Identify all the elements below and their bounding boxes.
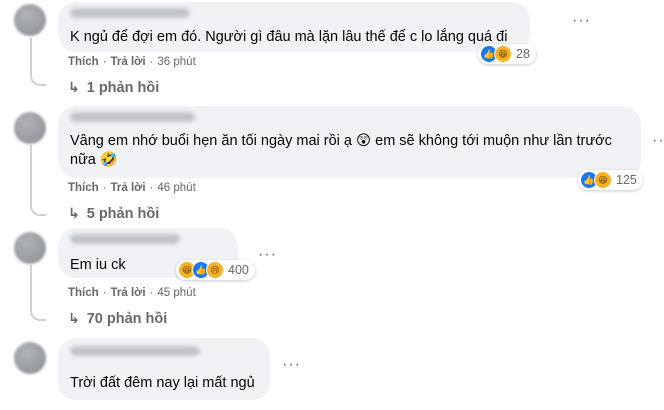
author-name-redacted[interactable]	[70, 112, 195, 122]
reply-button[interactable]: Trả lời	[111, 287, 146, 299]
reaction-summary[interactable]: 😆 👍 😢 400	[176, 260, 255, 280]
more-options-icon[interactable]: ···	[258, 246, 277, 264]
view-replies-button[interactable]: ↳ 5 phản hồi	[68, 205, 159, 222]
comment-actions: Thích · Trả lời · 46 phút	[68, 182, 196, 194]
comment-bubble: Trời đất đêm nay lại mất ngủ	[58, 338, 270, 400]
avatar[interactable]	[14, 112, 46, 144]
avatar[interactable]	[14, 232, 46, 264]
replies-count: 5 phản hồi	[86, 206, 160, 222]
more-options-icon[interactable]: ···	[652, 132, 664, 150]
reaction-summary[interactable]: 👍 😆 28	[478, 44, 536, 64]
reply-button[interactable]: Trả lời	[111, 182, 146, 194]
replies-count: 70 phản hồi	[86, 311, 168, 327]
comment-text-line-2: nữa 🤣	[70, 152, 118, 168]
comment-bubble: K ngủ để đợi em đó. Người gì đâu mà lặn …	[58, 2, 530, 52]
like-button[interactable]: Thích	[68, 287, 99, 299]
view-replies-button[interactable]: ↳ 70 phản hồi	[68, 310, 167, 327]
timestamp[interactable]: 45 phút	[157, 287, 195, 299]
replies-count: 1 phản hồi	[86, 80, 160, 96]
comment-text: K ngủ để đợi em đó. Người gì đâu mà lặn …	[70, 29, 508, 45]
reply-arrow-icon: ↳	[68, 205, 80, 221]
like-button[interactable]: Thích	[68, 56, 99, 68]
sad-icon: 😢	[206, 261, 224, 279]
reaction-count: 125	[616, 173, 637, 187]
comment-text: Trời đất đêm nay lại mất ngủ	[70, 375, 255, 391]
reaction-count: 28	[516, 47, 530, 61]
reply-arrow-icon: ↳	[68, 79, 80, 95]
comment-text: Em iu ck	[70, 257, 126, 273]
reply-button[interactable]: Trả lời	[111, 56, 146, 68]
reaction-count: 400	[228, 263, 249, 277]
more-options-icon[interactable]: ···	[282, 356, 301, 374]
avatar[interactable]	[14, 342, 46, 374]
haha-icon: 😆	[494, 45, 512, 63]
reaction-summary[interactable]: 👍 😆 125	[578, 170, 643, 190]
thread-line	[30, 145, 32, 200]
author-name-redacted[interactable]	[70, 234, 180, 244]
timestamp[interactable]: 36 phút	[157, 56, 195, 68]
thread-connector	[30, 305, 46, 321]
comment-actions: Thích · Trả lời · 36 phút	[68, 56, 196, 68]
thread-connector	[30, 70, 46, 86]
timestamp[interactable]: 46 phút	[157, 182, 195, 194]
thread-line	[30, 38, 32, 70]
view-replies-button[interactable]: ↳ 1 phản hồi	[68, 79, 159, 96]
haha-icon: 😆	[594, 171, 612, 189]
author-name-redacted[interactable]	[70, 346, 200, 356]
like-button[interactable]: Thích	[68, 182, 99, 194]
reply-arrow-icon: ↳	[68, 310, 80, 326]
thread-line	[30, 265, 32, 305]
thread-connector	[30, 200, 46, 216]
comment-text-line-1: Vâng em nhớ buổi hẹn ăn tối ngày mai rồi…	[70, 133, 612, 149]
more-options-icon[interactable]: ···	[572, 12, 591, 30]
comment-bubble: Vâng em nhớ buổi hẹn ăn tối ngày mai rồi…	[58, 106, 641, 178]
author-name-redacted[interactable]	[70, 8, 190, 18]
comment-actions: Thích · Trả lời · 45 phút	[68, 287, 196, 299]
avatar[interactable]	[14, 4, 46, 36]
